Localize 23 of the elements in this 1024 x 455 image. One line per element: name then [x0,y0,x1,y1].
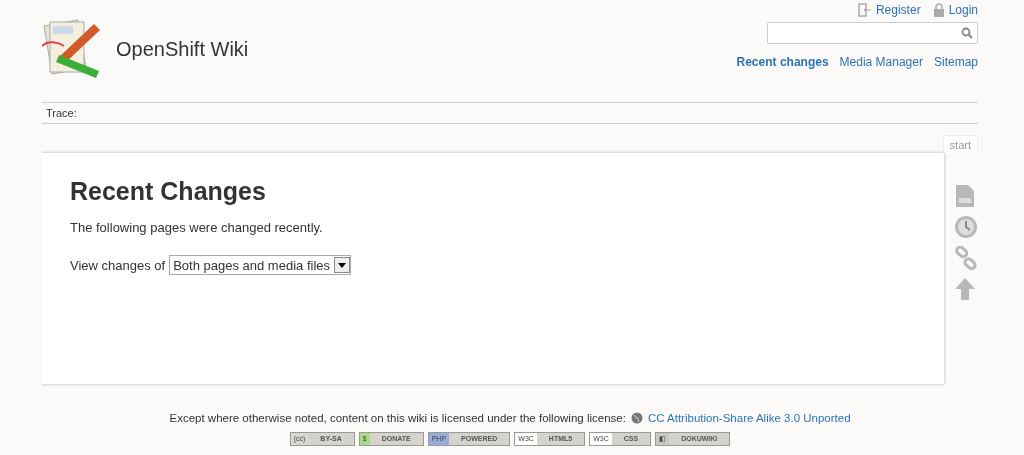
site-tools-link[interactable]: Sitemap [933,55,978,69]
register-link[interactable]: Register [857,3,921,17]
up-arrow-icon[interactable] [954,277,976,301]
license-link[interactable]: CC Attribution-Share Alike 3.0 Unported [647,412,851,424]
page-icon[interactable] [954,184,976,208]
intro-text: The following pages were changed recently. [70,220,324,235]
site-tools-link[interactable]: Recent changes [736,55,829,69]
login-link[interactable]: Login [932,3,978,17]
page-name-tab[interactable]: start [942,135,978,153]
chain-link-icon[interactable] [954,246,978,270]
filter-dropdown[interactable]: Both pages and media files [169,255,351,275]
site-title[interactable]: OpenShift Wiki [116,37,249,61]
door-arrow-icon [857,3,872,17]
search-icon[interactable] [961,27,973,39]
breadcrumbs-label: Trace: [46,107,77,119]
search-field[interactable] [767,22,978,44]
clock-icon[interactable] [954,215,978,239]
site-tools-link[interactable]: Media Manager [839,55,923,69]
page-heading: Recent Changes [70,177,267,206]
padlock-icon [932,3,945,17]
license-text: Except where otherwise noted, content on this wiki is licensed under the following license: [169,412,626,424]
filter-label: View changes of [70,257,166,273]
globe-icon [630,412,643,424]
